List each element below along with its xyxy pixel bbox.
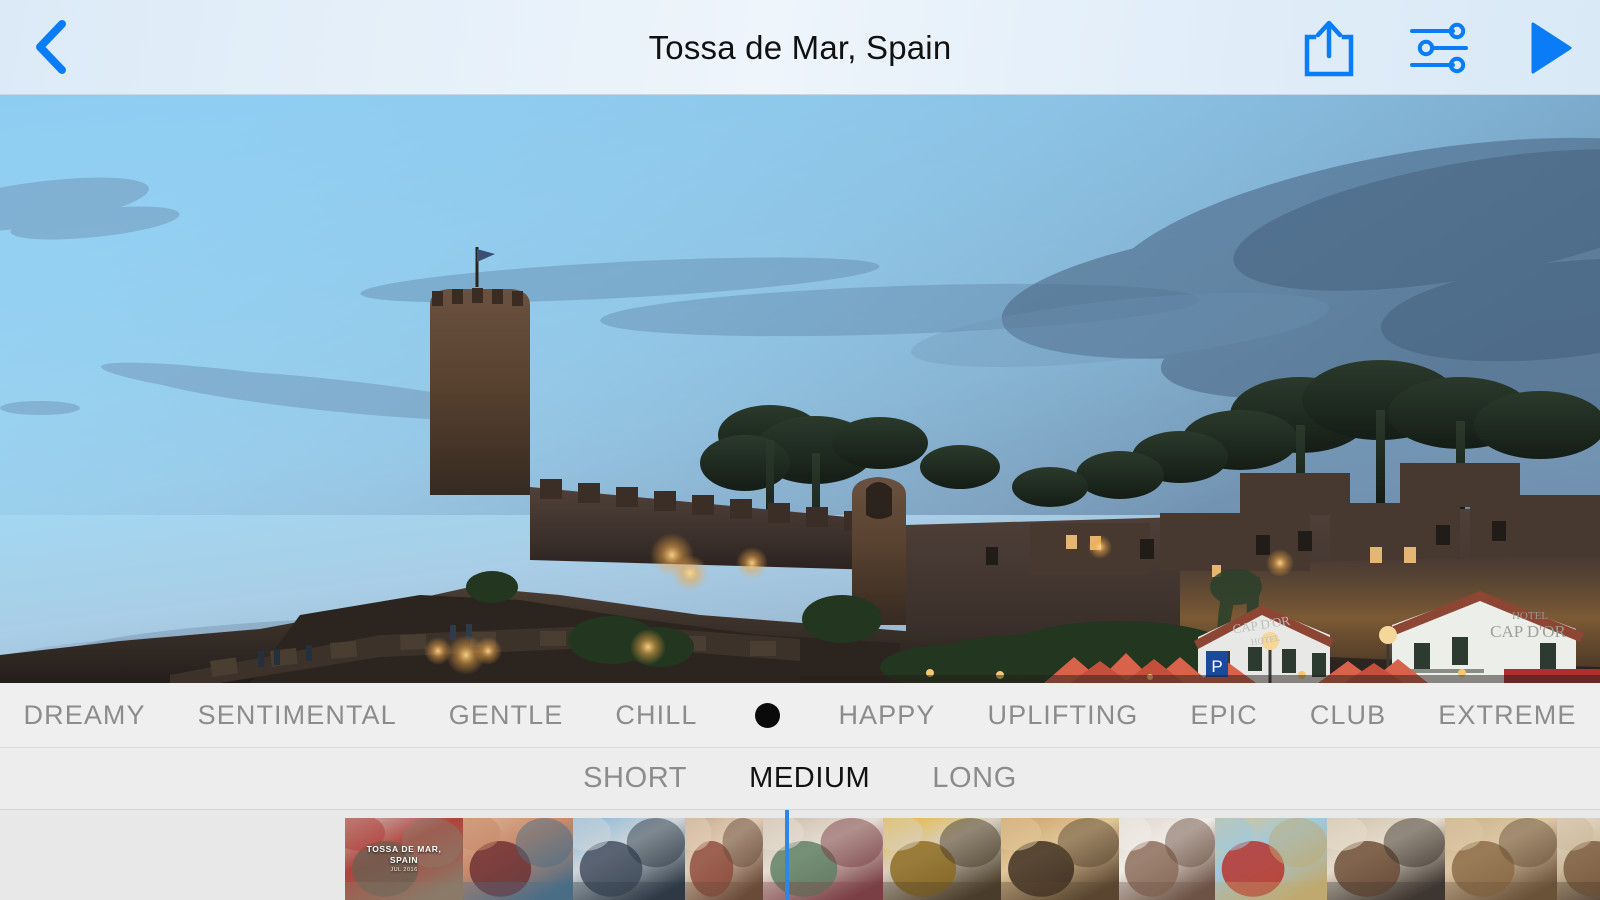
filmstrip-clip[interactable] xyxy=(1445,818,1557,900)
castle-dusk-photograph: CAP D'OR HOTEL HOTEL CAP D'OR P xyxy=(0,95,1600,683)
clip-thumbnail-image xyxy=(463,818,573,900)
duration-option-short[interactable]: SHORT xyxy=(583,764,687,793)
settings-button[interactable] xyxy=(1406,13,1472,83)
mood-option-dreamy[interactable]: DREAMY xyxy=(0,701,172,729)
mood-selector: DREAMY SENTIMENTAL GENTLE CHILL HAPPY UP… xyxy=(0,683,1600,748)
filmstrip-clip[interactable] xyxy=(1215,818,1327,900)
back-button[interactable] xyxy=(20,12,82,82)
svg-text:CAP D'OR: CAP D'OR xyxy=(1490,622,1566,641)
navigation-bar: Tossa de Mar, Spain xyxy=(0,0,1600,95)
clip-thumbnail-image xyxy=(763,818,883,900)
clip-thumbnail-image xyxy=(1119,818,1215,900)
clip-thumbnail-image xyxy=(1327,818,1445,900)
sliders-adjust-icon xyxy=(1410,22,1468,73)
clip-thumbnail-image xyxy=(573,818,685,900)
duration-selector: SHORT MEDIUM LONG xyxy=(0,748,1600,810)
filmstrip-clip[interactable] xyxy=(1327,818,1445,900)
mood-option-extreme[interactable]: EXTREME xyxy=(1412,701,1600,729)
mood-option-uplifting[interactable]: UPLIFTING xyxy=(961,701,1164,729)
filmstrip-clip[interactable] xyxy=(883,818,1001,900)
filmstrip-clip[interactable] xyxy=(763,818,883,900)
clip-thumbnail-image xyxy=(1445,818,1557,900)
play-triangle-icon xyxy=(1531,22,1572,73)
filmstrip-clip[interactable] xyxy=(1557,818,1600,900)
play-button[interactable] xyxy=(1516,13,1582,83)
filmstrip-clip[interactable] xyxy=(1119,818,1215,900)
clip-thumbnail-image xyxy=(883,818,1001,900)
duration-option-medium[interactable]: MEDIUM xyxy=(749,764,870,793)
clip-thumbnail-image xyxy=(1557,818,1600,900)
chevron-left-icon xyxy=(36,20,66,74)
filmstrip-clip[interactable] xyxy=(463,818,573,900)
nav-actions xyxy=(1296,0,1582,95)
mood-option-epic[interactable]: EPIC xyxy=(1164,701,1283,729)
photo-preview[interactable]: CAP D'OR HOTEL HOTEL CAP D'OR P xyxy=(0,95,1600,683)
mood-selected-indicator[interactable] xyxy=(723,702,812,728)
mood-option-happy[interactable]: HAPPY xyxy=(812,701,961,729)
clip-thumbnail-image xyxy=(345,818,463,900)
clip-thumbnail-image xyxy=(685,818,763,900)
filmstrip-track: TOSSA DE MAR, SPAIN JUL 2016 xyxy=(345,818,1600,900)
mood-option-club[interactable]: CLUB xyxy=(1284,701,1412,729)
share-export-icon xyxy=(1304,20,1354,76)
filmstrip-clip[interactable] xyxy=(1001,818,1119,900)
clip-thumbnail-image xyxy=(1001,818,1119,900)
svg-text:P: P xyxy=(1211,657,1222,676)
svg-text:HOTEL: HOTEL xyxy=(1512,610,1548,622)
duration-option-long[interactable]: LONG xyxy=(932,764,1017,793)
filmstrip-clip[interactable] xyxy=(685,818,763,900)
clip-thumbnail-image xyxy=(1215,818,1327,900)
filmstrip-clip[interactable]: TOSSA DE MAR, SPAIN JUL 2016 xyxy=(345,818,463,900)
clip-filmstrip[interactable]: TOSSA DE MAR, SPAIN JUL 2016 xyxy=(0,810,1600,900)
movie-editor-screen: Tossa de Mar, Spain CAP D'OR HOTEL HOTEL… xyxy=(0,0,1600,900)
mood-option-sentimental[interactable]: SENTIMENTAL xyxy=(172,701,423,729)
mood-option-gentle[interactable]: GENTLE xyxy=(423,701,590,729)
filmstrip-clip[interactable] xyxy=(573,818,685,900)
selected-dot-icon xyxy=(755,702,781,728)
mood-option-chill[interactable]: CHILL xyxy=(589,701,723,729)
share-button[interactable] xyxy=(1296,13,1362,83)
playhead-marker[interactable] xyxy=(785,810,789,900)
